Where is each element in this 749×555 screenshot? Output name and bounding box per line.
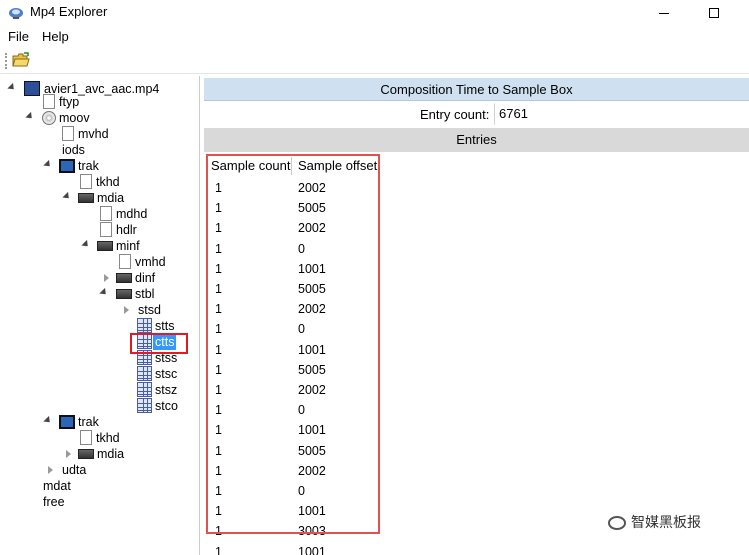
wechat-icon <box>608 516 626 531</box>
maximize-icon <box>709 8 719 19</box>
toolbar-grip[interactable] <box>5 53 8 69</box>
menu-bar: File Help <box>0 27 749 47</box>
film-icon <box>59 415 75 429</box>
tree-node-label: minf <box>116 239 140 253</box>
tree-node-label: vmhd <box>135 255 166 269</box>
document-icon <box>100 206 112 221</box>
toolbar <box>0 48 749 74</box>
box-title: Composition Time to Sample Box <box>204 78 749 101</box>
folder-icon <box>78 193 94 203</box>
tree-node-label: stsc <box>155 367 178 381</box>
document-icon <box>62 126 74 141</box>
table-icon <box>137 366 152 381</box>
folder-icon <box>97 241 113 251</box>
tree-node-label: dinf <box>135 271 156 285</box>
tree-node-label: hdlr <box>116 223 137 237</box>
open-folder-button[interactable] <box>12 52 30 68</box>
tree-node-label: stsz <box>155 383 178 397</box>
collapsed-arrow-icon[interactable] <box>66 450 71 458</box>
collapsed-arrow-icon[interactable] <box>48 466 53 474</box>
tree-node-label: mdia <box>97 191 125 205</box>
expand-arrow-icon[interactable] <box>43 159 53 170</box>
tree-node-label: trak <box>78 415 99 429</box>
selection-highlight-box <box>130 333 188 354</box>
table-icon <box>137 398 152 413</box>
window-title: Mp4 Explorer <box>30 4 108 19</box>
document-icon <box>43 94 55 109</box>
tree-node-label: free <box>43 495 65 509</box>
folder-icon <box>116 273 132 283</box>
tree-node-label: tkhd <box>96 175 120 189</box>
tree-node-label: stbl <box>135 287 155 301</box>
cell-sample-count: 1 <box>215 544 222 555</box>
entry-count-label: Entry count: <box>420 107 490 122</box>
entry-count-field[interactable]: 6761 <box>494 103 749 125</box>
collapsed-arrow-icon[interactable] <box>104 274 109 282</box>
entries-table[interactable]: Sample count Sample offset 1 2002 1 5005 1 20… <box>204 154 749 555</box>
tree-node-label: iods <box>62 143 85 157</box>
menu-file[interactable]: File <box>8 29 29 44</box>
tree-node-label: stsd <box>138 303 161 317</box>
tree-node-label: moov <box>59 111 90 125</box>
table-icon <box>137 318 152 333</box>
document-icon <box>80 174 92 189</box>
tree-node-label: mdat <box>43 479 71 493</box>
document-icon <box>119 254 131 269</box>
expand-arrow-icon[interactable] <box>43 415 53 426</box>
menu-help[interactable]: Help <box>42 29 69 44</box>
tree-node-label: mvhd <box>78 127 109 141</box>
maximize-button[interactable] <box>696 2 732 24</box>
expand-arrow-icon[interactable] <box>62 191 72 202</box>
table-icon <box>137 382 152 397</box>
cell-sample-offset: 1001 <box>298 544 326 555</box>
tree-node-label: udta <box>62 463 87 477</box>
expand-arrow-icon[interactable] <box>81 239 91 250</box>
app-icon <box>8 5 24 21</box>
film-icon <box>59 159 75 173</box>
folder-icon <box>78 449 94 459</box>
tree-node-label: tkhd <box>96 431 120 445</box>
expand-arrow-icon[interactable] <box>25 111 35 122</box>
tree-node-label: trak <box>78 159 99 173</box>
box-detail-panel: Composition Time to Sample Box Entry cou… <box>204 76 749 555</box>
title-bar: Mp4 Explorer <box>0 0 749 26</box>
tree-node-label: stts <box>155 319 175 333</box>
document-icon <box>80 430 92 445</box>
watermark-text: 智媒黑板报 <box>631 514 701 530</box>
mp4-file-icon <box>24 81 40 96</box>
watermark: 智媒黑板报 <box>608 512 701 532</box>
document-icon <box>100 222 112 237</box>
entries-header: Entries <box>204 128 749 152</box>
expand-arrow-icon[interactable] <box>7 82 17 93</box>
tree-node-label: mdhd <box>116 207 148 221</box>
box-tree[interactable]: avier1_avc_aac.mp4 ftyp moov mvhd iods t… <box>0 76 200 555</box>
minimize-icon <box>659 12 669 14</box>
entries-highlight-box <box>206 154 380 534</box>
minimize-button[interactable] <box>646 2 682 24</box>
expand-arrow-icon[interactable] <box>99 287 109 298</box>
collapsed-arrow-icon[interactable] <box>124 306 129 314</box>
tree-node-label: ftyp <box>59 95 80 109</box>
disc-icon <box>42 111 56 125</box>
tree-node-label: mdia <box>97 447 125 461</box>
folder-icon <box>116 289 132 299</box>
tree-node-label: stco <box>155 399 178 413</box>
open-folder-icon <box>12 52 30 67</box>
